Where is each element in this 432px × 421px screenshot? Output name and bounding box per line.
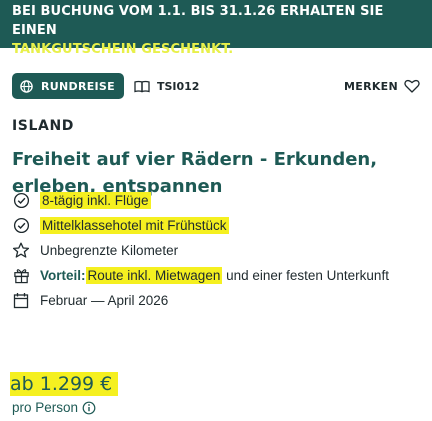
feature-text: und einer festen Unterkunft [222,268,389,283]
save-button[interactable]: MERKEN [344,79,420,93]
feature-item: 8-tägig inkl. Flüge [12,188,430,213]
feature-text: Unbegrenzte Kilometer [40,243,179,258]
price-amount: ab 1.299 € [10,372,119,396]
globe-icon [20,79,33,93]
feature-text: Februar — April 2026 [40,293,169,308]
info-icon[interactable] [82,401,96,415]
trip-type-label: RUNDREISE [41,79,115,93]
feature-item: Unbegrenzte Kilometer [12,238,430,263]
feature-text: 8-tägig inkl. Flüge [40,192,151,209]
destination-label: ISLAND [12,118,74,134]
feature-item: Mittelklassehotel mit Frühstück [12,213,430,238]
promo-banner: BEI BUCHUNG VOM 1.1. BIS 31.1.26 ERHALTE… [0,0,432,57]
feature-highlight: Route inkl. Mietwagen [85,267,223,284]
promo-banner-line2: TANKGUTSCHEIN GESCHENKT. [12,42,234,57]
save-button-label: MERKEN [344,79,398,93]
check-circle-icon [12,217,30,235]
feature-list: 8-tägig inkl. Flüge Mittelklassehotel mi… [12,188,430,313]
feature-text: Mittelklassehotel mit Frühstück [40,217,229,234]
check-circle-icon [12,192,30,210]
promo-banner-line1: BEI BUCHUNG VOM 1.1. BIS 31.1.26 ERHALTE… [12,4,384,38]
book-icon [134,80,150,92]
price-note: pro Person [12,400,96,415]
price-note-label: pro Person [12,400,79,415]
gift-icon [12,267,30,285]
trip-code-label: TSI012 [156,79,200,93]
trip-code: TSI012 [134,80,199,93]
heart-icon [404,79,420,93]
calendar-icon [12,292,30,310]
tag-row: RUNDREISE TSI012 MERKEN [12,73,420,99]
feature-item: Vorteil: Route inkl. Mietwagen und einer… [12,263,430,288]
trip-type-badge[interactable]: RUNDREISE [12,73,124,99]
feature-item: Februar — April 2026 [12,288,430,313]
feature-advantage-label: Vorteil: [40,268,86,283]
star-outline-icon [12,242,30,260]
